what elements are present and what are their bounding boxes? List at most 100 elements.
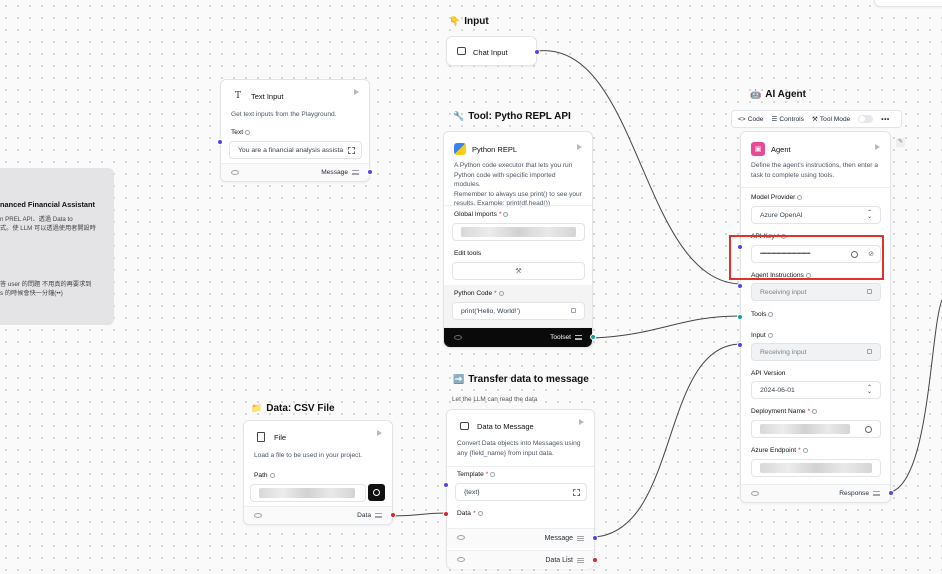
azure-endpoint-input[interactable] <box>751 459 881 477</box>
inspect-output-icon[interactable] <box>577 557 584 563</box>
expand-icon[interactable] <box>573 489 580 496</box>
file-data-out-handle[interactable] <box>390 512 396 518</box>
eye-icon[interactable] <box>751 491 759 496</box>
text-t-icon: T <box>234 91 241 101</box>
template-label: Template * <box>447 471 505 478</box>
chat-input-output-handle[interactable] <box>534 49 540 55</box>
python-repl-title: Python REPL <box>472 144 518 154</box>
lock-icon <box>867 289 872 294</box>
inspect-output-icon[interactable] <box>873 491 880 496</box>
chat-input-title: Chat Input <box>473 48 508 57</box>
data-to-message-node[interactable]: Data to Message Convert Data objects int… <box>443 409 598 569</box>
toolset-out-handle[interactable] <box>590 334 596 340</box>
edge-message-to-input <box>594 343 741 538</box>
file-footer: Data <box>244 506 392 524</box>
info-icon <box>797 195 803 200</box>
lock-icon <box>867 349 872 354</box>
controls-button[interactable]: ☰ Controls <box>771 115 803 124</box>
run-icon[interactable] <box>354 89 359 95</box>
run-icon[interactable] <box>875 144 880 150</box>
eye-icon[interactable] <box>454 335 462 340</box>
response-out-handle[interactable] <box>888 490 894 496</box>
chevron-up-down-icon: ⌃ ⌄ <box>866 210 872 220</box>
path-input[interactable] <box>250 484 366 502</box>
api-version-select[interactable]: 2024-06-01 ⌃ ⌄ <box>751 381 881 399</box>
expand-icon[interactable] <box>348 147 355 154</box>
eye-icon[interactable] <box>254 513 262 518</box>
input-field[interactable]: Receiving input <box>751 343 881 361</box>
run-icon[interactable] <box>579 419 584 425</box>
message-output-row: Message <box>447 528 594 547</box>
agent-node[interactable]: ▣ Agent Define the agent's instructions,… <box>737 131 894 503</box>
eye-icon[interactable] <box>457 557 465 562</box>
agent-instructions-input[interactable]: Receiving input <box>751 283 881 301</box>
transfer-note: Let the LLM can read the data <box>452 396 538 403</box>
eye-icon[interactable] <box>457 535 465 540</box>
template-input[interactable]: {text} <box>455 483 587 501</box>
eye-icon[interactable] <box>231 170 239 175</box>
agent-toolbar: <> Code ☰ Controls ⚒ Tool Mode ••• <box>731 110 902 128</box>
file-node[interactable]: File Load a file to be used in your proj… <box>243 420 396 525</box>
data-in-handle[interactable] <box>443 511 449 517</box>
edge-file-to-data <box>392 512 447 517</box>
template-in-handle[interactable] <box>443 482 449 488</box>
path-label: Path <box>244 472 285 479</box>
inspect-output-icon[interactable] <box>575 335 582 340</box>
global-imports-input[interactable] <box>452 223 585 241</box>
inspect-output-icon[interactable] <box>375 513 382 518</box>
agent-desc: Define the agent's instructions, then en… <box>751 162 878 179</box>
group-title-transfer: ➡️ Transfer data to message <box>453 374 589 385</box>
tools-in-handle[interactable] <box>737 314 743 320</box>
globe-icon[interactable] <box>865 426 872 433</box>
run-icon[interactable] <box>377 430 382 436</box>
text-input-in-handle[interactable] <box>217 139 223 145</box>
more-icon[interactable]: ••• <box>881 116 889 123</box>
python-code-input[interactable]: print('Hello, World!') <box>452 302 585 320</box>
text-field-label: Text <box>221 129 369 136</box>
edge-response-out <box>890 299 942 493</box>
run-icon[interactable] <box>577 144 582 150</box>
model-provider-label: Model Provider <box>741 194 812 201</box>
data-to-message-desc: Convert Data objects into Messages using… <box>457 440 581 457</box>
edit-tools-button[interactable]: ⚒ <box>452 262 585 280</box>
message-out-handle[interactable] <box>592 535 598 541</box>
chat-bubble-icon <box>457 47 466 55</box>
divider <box>447 466 594 467</box>
offscreen-node[interactable] <box>874 0 942 7</box>
input-label: Input <box>741 332 783 339</box>
info-icon <box>490 472 496 477</box>
inspect-output-icon[interactable] <box>577 535 584 541</box>
model-provider-select[interactable]: Azure OpenAI ⌃ ⌄ <box>751 206 881 224</box>
agent-instructions-handle[interactable] <box>737 283 743 289</box>
upload-button[interactable] <box>368 484 385 501</box>
chat-input-node[interactable]: Chat Input <box>446 36 540 66</box>
arrow-right-icon: ➡️ <box>453 374 465 384</box>
note-card[interactable]: nanced Financial Assistant n PREL API、透過… <box>0 168 114 325</box>
info-icon <box>802 448 808 453</box>
text-input-node[interactable]: T Text Input Get text inputs from the Pl… <box>217 79 373 182</box>
edit-pencil-icon[interactable]: ✎ <box>896 138 905 147</box>
deployment-name-label: Deployment Name * <box>741 408 827 415</box>
info-icon <box>498 291 504 296</box>
text-input-out-handle[interactable] <box>367 169 373 175</box>
file-desc: Load a file to be used in your project. <box>254 452 363 459</box>
tool-mode-toggle[interactable] <box>858 115 874 123</box>
data-list-out-handle[interactable] <box>592 557 598 563</box>
python-repl-node[interactable]: Python REPL A Python code executor that … <box>443 131 596 348</box>
hammer-icon: ⚒ <box>811 116 818 123</box>
file-icon <box>254 430 268 444</box>
inspect-output-icon[interactable] <box>352 170 359 175</box>
code-icon: <> <box>738 115 746 123</box>
input-in-handle[interactable] <box>737 342 743 348</box>
info-icon <box>767 333 773 338</box>
text-input-desc: Get text inputs from the Playground. <box>231 111 337 118</box>
text-input-field[interactable]: You are a financial analysis assista <box>229 141 362 159</box>
info-icon <box>477 511 483 516</box>
group-title-csv: 📁 Data: CSV File <box>251 403 335 414</box>
text-input-footer: Message <box>221 163 369 181</box>
tool-mode-button[interactable]: ⚒ Tool Mode <box>811 115 850 124</box>
deployment-name-input[interactable] <box>751 420 881 438</box>
global-imports-label: Global Imports * <box>444 211 518 218</box>
code-button[interactable]: <> Code <box>738 116 763 123</box>
agent-footer: Response <box>741 484 890 502</box>
